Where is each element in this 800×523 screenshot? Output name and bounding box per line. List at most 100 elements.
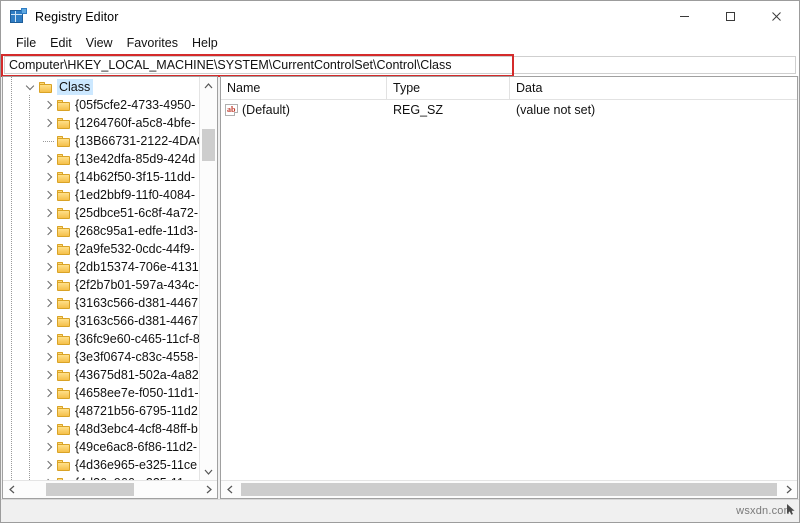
tree-vertical-scrollbar[interactable] [199, 77, 217, 480]
tree-item[interactable]: {48721b56-6795-11d2 [3, 402, 199, 420]
chevron-right-icon[interactable] [39, 384, 57, 402]
tree-item-label: {48721b56-6795-11d2 [75, 404, 198, 418]
tree-horizontal-scrollbar[interactable] [3, 480, 217, 498]
folder-icon [57, 315, 70, 327]
values-hscrollbar-thumb[interactable] [241, 483, 777, 496]
tree-item[interactable]: {3e3f0674-c83c-4558- [3, 348, 199, 366]
registry-tree: Class {05f5cfe2-4733-4950-­ {1264760f-a5… [3, 77, 199, 480]
status-bar: wsxdn.com [1, 499, 799, 522]
tree-item-class[interactable]: Class [3, 78, 199, 96]
tree-dash-connector [39, 132, 57, 150]
maximize-icon[interactable] [707, 1, 753, 32]
tree-scroll-area: Class {05f5cfe2-4733-4950-­ {1264760f-a5… [3, 77, 199, 480]
registry-editor-icon [10, 8, 27, 25]
main-content: Class {05f5cfe2-4733-4950-­ {1264760f-a5… [1, 76, 799, 499]
scroll-down-icon[interactable] [200, 463, 217, 480]
chevron-right-icon[interactable] [39, 294, 57, 312]
chevron-right-icon[interactable] [39, 438, 57, 456]
string-value-icon: ab [225, 103, 238, 116]
chevron-right-icon[interactable] [39, 222, 57, 240]
tree-hscrollbar-thumb[interactable] [46, 483, 134, 496]
column-header-data[interactable]: Data [510, 77, 797, 99]
tree-item[interactable]: {3163c566-d381-4467 [3, 312, 199, 330]
tree-item[interactable]: {1ed2bbf9-11f0-4084- [3, 186, 199, 204]
folder-icon [57, 297, 70, 309]
registry-editor-window: Registry Editor File Edit View Favorites… [0, 0, 800, 523]
scroll-right-icon[interactable] [780, 481, 797, 498]
folder-icon [57, 405, 70, 417]
address-bar[interactable]: Computer\HKEY_LOCAL_MACHINE\SYSTEM\Curre… [4, 56, 796, 74]
menu-file[interactable]: File [9, 34, 43, 52]
scroll-left-icon[interactable] [221, 481, 238, 498]
column-header-name[interactable]: Name [221, 77, 387, 99]
tree-item-label: {13B66731-2122-4DAC [75, 134, 199, 148]
folder-icon [57, 459, 70, 471]
chevron-right-icon[interactable] [39, 186, 57, 204]
tree-item[interactable]: {4d36e965-e325-11ce [3, 456, 199, 474]
menu-edit[interactable]: Edit [43, 34, 79, 52]
chevron-right-icon[interactable] [39, 366, 57, 384]
table-row[interactable]: ab (Default) REG_SZ (value not set) [221, 100, 797, 119]
address-bar-container: Computer\HKEY_LOCAL_MACHINE\SYSTEM\Curre… [1, 54, 799, 77]
chevron-right-icon[interactable] [39, 348, 57, 366]
tree-item[interactable]: {2f2b7b01-597a-434c- [3, 276, 199, 294]
menu-bar: File Edit View Favorites Help [1, 32, 799, 54]
title-bar: Registry Editor [1, 1, 799, 32]
tree-item[interactable]: {49ce6ac8-6f86-11d2- [3, 438, 199, 456]
values-horizontal-scrollbar[interactable] [221, 480, 797, 498]
tree-item-label: {2f2b7b01-597a-434c- [75, 278, 199, 292]
tree-scrollbar-thumb[interactable] [202, 129, 215, 161]
tree-item-label: {43675d81-502a-4a82 [75, 368, 199, 382]
folder-icon [57, 351, 70, 363]
tree-item[interactable]: {14b62f50-3f15-11dd- [3, 168, 199, 186]
folder-icon [57, 207, 70, 219]
scroll-up-icon[interactable] [200, 77, 217, 94]
folder-icon [57, 261, 70, 273]
tree-item[interactable]: {36fc9e60-c465-11cf-8 [3, 330, 199, 348]
tree-item[interactable]: {05f5cfe2-4733-4950-­ [3, 96, 199, 114]
scroll-right-icon[interactable] [200, 481, 217, 498]
folder-icon [57, 423, 70, 435]
chevron-right-icon[interactable] [39, 240, 57, 258]
tree-item-label: {25dbce51-6c8f-4a72- [75, 206, 199, 220]
tree-item[interactable]: {1264760f-a5c8-4bfe- [3, 114, 199, 132]
chevron-right-icon[interactable] [39, 420, 57, 438]
chevron-right-icon[interactable] [39, 276, 57, 294]
chevron-right-icon[interactable] [39, 258, 57, 276]
chevron-right-icon[interactable] [39, 150, 57, 168]
tree-item-label: {3e3f0674-c83c-4558- [75, 350, 199, 364]
tree-item-label: {1ed2bbf9-11f0-4084- [75, 188, 196, 202]
minimize-icon[interactable] [661, 1, 707, 32]
tree-item[interactable]: {2a9fe532-0cdc-44f9- [3, 240, 199, 258]
column-header-type[interactable]: Type [387, 77, 510, 99]
tree-item[interactable]: {4658ee7e-f050-11d1- [3, 384, 199, 402]
menu-favorites[interactable]: Favorites [120, 34, 185, 52]
folder-icon [57, 279, 70, 291]
chevron-right-icon[interactable] [39, 114, 57, 132]
tree-item[interactable]: {48d3ebc4-4cf8-48ff-b [3, 420, 199, 438]
chevron-right-icon[interactable] [39, 456, 57, 474]
tree-item[interactable]: {25dbce51-6c8f-4a72- [3, 204, 199, 222]
chevron-right-icon[interactable] [39, 330, 57, 348]
chevron-right-icon[interactable] [39, 312, 57, 330]
menu-help[interactable]: Help [185, 34, 225, 52]
chevron-right-icon[interactable] [39, 402, 57, 420]
tree-item[interactable]: {2db15374-706e-4131 [3, 258, 199, 276]
tree-item[interactable]: {43675d81-502a-4a82 [3, 366, 199, 384]
tree-item[interactable]: {3163c566-d381-4467 [3, 294, 199, 312]
window-controls [661, 1, 799, 32]
chevron-down-icon[interactable] [21, 78, 39, 96]
tree-item[interactable]: {268c95a1-edfe-11d3- [3, 222, 199, 240]
folder-icon [57, 117, 70, 129]
chevron-right-icon[interactable] [39, 96, 57, 114]
scroll-left-icon[interactable] [3, 481, 20, 498]
close-icon[interactable] [753, 1, 799, 32]
tree-item[interactable]: {13e42dfa-85d9-424d [3, 150, 199, 168]
tree-item-label: {2db15374-706e-4131 [75, 260, 199, 274]
chevron-right-icon[interactable] [39, 204, 57, 222]
chevron-right-icon[interactable] [39, 168, 57, 186]
menu-view[interactable]: View [79, 34, 120, 52]
tree-item[interactable]: {13B66731-2122-4DAC [3, 132, 199, 150]
folder-icon [57, 369, 70, 381]
folder-icon [57, 189, 70, 201]
